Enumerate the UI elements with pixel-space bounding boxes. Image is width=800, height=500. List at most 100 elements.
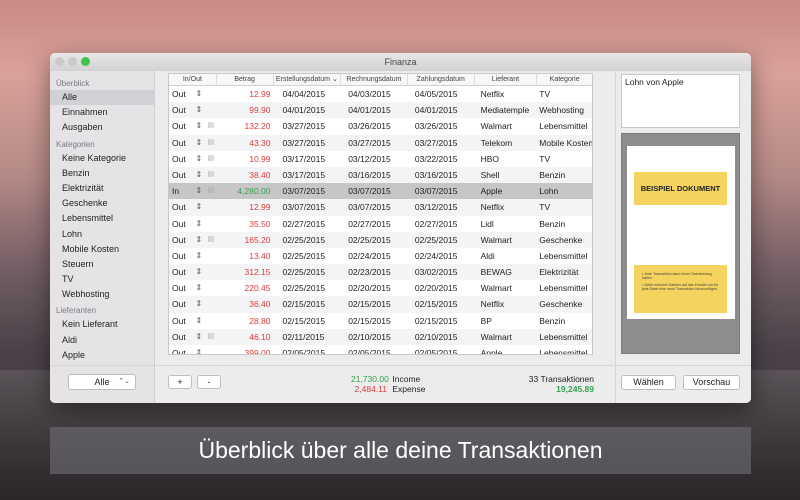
stepper-icon[interactable]: ⇕ — [193, 280, 205, 296]
stepper-icon[interactable]: ⇕ — [193, 135, 205, 151]
table-row[interactable]: Out ⇕ 36.40 02/15/2015 02/15/2015 02/15/2015 N… — [169, 296, 592, 313]
table-row[interactable]: Out ⇕ ▤ 10.99 03/17/2015 03/12/2015 03/22/2015… — [169, 151, 592, 167]
zoom-window-button[interactable] — [81, 57, 90, 66]
inout-cell[interactable]: Out — [169, 232, 193, 248]
document-preview[interactable]: BEISPIEL DOKUMENT • Jede Transaktion kan… — [621, 133, 740, 354]
document-bullets: • Jede Transaktion kann einen Dateianhan… — [634, 265, 727, 313]
sidebar-item[interactable]: Alle — [50, 90, 154, 106]
stepper-icon[interactable]: ⇕ — [193, 167, 205, 183]
table-row[interactable]: Out ⇕ 220.45 02/25/2015 02/20/2015 02/20/2015… — [169, 280, 592, 296]
inout-cell[interactable]: Out — [169, 135, 193, 151]
stepper-icon[interactable]: ⇕ — [193, 183, 205, 199]
stepper-icon[interactable]: ⇕ — [193, 345, 205, 354]
stepper-icon[interactable]: ⇕ — [193, 86, 205, 102]
inout-cell[interactable]: Out — [169, 199, 193, 215]
sidebar-item[interactable]: Benzin — [50, 166, 154, 181]
transaction-summary: 33 Transaktionen 19,245.89 — [529, 374, 594, 394]
inout-cell[interactable]: Out — [169, 264, 193, 280]
stepper-icon[interactable]: ⇕ — [193, 118, 205, 134]
inout-cell[interactable]: Out — [169, 280, 193, 296]
remove-transaction-button[interactable]: - — [197, 375, 221, 389]
supplier-cell: Walmart — [480, 121, 512, 132]
preview-button[interactable]: Vorschau — [683, 375, 740, 390]
table-row[interactable]: Out ⇕ 312.15 02/25/2015 02/23/2015 03/02/2015… — [169, 264, 592, 281]
inout-cell[interactable]: Out — [169, 151, 193, 167]
category-cell: Benzin — [539, 169, 566, 180]
inout-cell[interactable]: Out — [169, 102, 193, 118]
column-header-inout[interactable]: In/Out — [169, 74, 217, 85]
table-row[interactable]: Out ⇕ ▤ 165.20 02/25/2015 02/25/2015 02/25/201… — [169, 231, 592, 248]
table-row[interactable]: Out ⇕ 12.99 03/07/2015 03/07/2015 03/12/2015 N… — [169, 199, 592, 216]
inout-cell[interactable]: Out — [169, 345, 193, 354]
table-row[interactable]: Out ⇕ ▤ 38.40 03/17/2015 03/16/2015 03/16/2015… — [169, 166, 592, 184]
table-row[interactable]: Out ⇕ ▤ 46.10 02/11/2015 02/10/2015 02/10/2015… — [169, 328, 592, 345]
stepper-icon[interactable]: ⇕ — [193, 248, 205, 264]
sidebar-item[interactable]: Lohn — [50, 227, 154, 242]
column-header-lieferant[interactable]: Lieferant — [475, 74, 538, 85]
stepper-icon[interactable]: ⇕ — [193, 329, 205, 345]
sidebar-item[interactable]: Kein Lieferant — [50, 317, 154, 332]
stepper-icon[interactable]: ⇕ — [193, 199, 205, 215]
inout-cell[interactable]: Out — [169, 118, 193, 134]
detail-panel: Lohn von Apple BEISPIEL DOKUMENT • Jede … — [615, 71, 751, 403]
sidebar-item[interactable]: Apple — [50, 348, 154, 363]
inout-cell[interactable]: Out — [169, 329, 193, 345]
main-panel: In/Out Betrag Erstellungsdatum ⌄ Rechnun… — [156, 71, 614, 403]
table-row[interactable]: Out ⇕ ▤ 43.30 03/27/2015 03/27/2015 03/27/2015… — [169, 134, 592, 151]
filter-select[interactable]: Alle ⌃⌄ — [68, 374, 136, 390]
column-header-zahlungsdatum[interactable]: Zahlungsdatum — [408, 74, 475, 85]
table-row[interactable]: Out ⇕ ▤ 132.20 03/27/2015 03/26/2015 03/26/201… — [169, 118, 592, 134]
amount-cell: 12.99 — [249, 202, 271, 213]
sidebar-item[interactable]: Ausgaben — [50, 120, 154, 135]
sidebar-footer: Alle ⌃⌄ — [50, 365, 154, 403]
inout-cell[interactable]: Out — [169, 216, 193, 232]
sidebar-item[interactable]: Einnahmen — [50, 105, 154, 120]
table-row[interactable]: Out ⇕ 12.99 04/04/2015 04/03/2015 04/05/2015 N… — [169, 86, 592, 102]
sidebar-list[interactable]: Überblick Alle Einnahmen Ausgaben Kategorien… — [50, 75, 154, 365]
stepper-icon[interactable]: ⇕ — [193, 264, 205, 280]
inout-cell[interactable]: Out — [169, 296, 193, 312]
invoice-date-cell: 03/07/2015 — [348, 202, 391, 213]
sidebar-item[interactable]: TV — [50, 272, 154, 287]
add-transaction-button[interactable]: + — [168, 375, 192, 389]
inout-cell[interactable]: Out — [169, 248, 193, 264]
stepper-icon[interactable]: ⇕ — [193, 296, 205, 312]
choose-file-button[interactable]: Wählen — [621, 375, 676, 390]
close-window-button[interactable] — [55, 57, 64, 66]
category-cell: Lebensmittel — [539, 331, 588, 342]
table-row[interactable]: In ⇕ ▤ 4,280.00 03/07/2015 03/07/2015 03/07/20… — [169, 183, 592, 200]
inout-cell[interactable]: Out — [169, 86, 193, 102]
payment-date-cell: 03/16/2015 — [414, 169, 458, 180]
minimize-window-button[interactable] — [68, 57, 77, 66]
sidebar-item[interactable]: Mobile Kosten — [50, 242, 154, 257]
stepper-icon[interactable]: ⇕ — [193, 313, 205, 329]
column-header-rechnungsdatum[interactable]: Rechnungsdatum — [341, 74, 408, 85]
stepper-icon[interactable]: ⇕ — [193, 216, 205, 232]
stepper-icon[interactable]: ⇕ — [193, 102, 205, 118]
inout-cell[interactable]: Out — [169, 313, 193, 329]
sidebar-section-title: Lieferanten — [56, 306, 97, 316]
table-row[interactable]: Out ⇕ 13.40 02/25/2015 02/24/2015 02/24/2015 A… — [169, 248, 592, 264]
sidebar-item[interactable]: Webhosting — [50, 287, 154, 302]
sidebar-item[interactable]: Elektrizität — [50, 181, 154, 196]
note-field[interactable]: Lohn von Apple — [621, 74, 740, 128]
sidebar-item[interactable]: Lebensmittel — [50, 211, 154, 226]
table-header: In/Out Betrag Erstellungsdatum ⌄ Rechnun… — [169, 74, 592, 86]
sidebar-item[interactable]: Aldi — [50, 333, 154, 348]
column-header-betrag[interactable]: Betrag — [217, 74, 274, 85]
sidebar-item[interactable]: Geschenke — [50, 196, 154, 211]
stepper-icon[interactable]: ⇕ — [193, 151, 205, 167]
stepper-icon[interactable]: ⇕ — [193, 232, 205, 248]
table-row[interactable]: Out ⇕ 35.50 02/27/2015 02/27/2015 02/27/2015 L… — [169, 216, 592, 232]
category-cell: TV — [539, 153, 551, 164]
column-header-kategorie[interactable]: Kategorie — [537, 74, 592, 85]
table-row[interactable]: Out ⇕ 28.80 02/15/2015 02/15/2015 02/15/2015 B… — [169, 313, 592, 329]
sidebar-item[interactable]: Steuern — [50, 257, 154, 272]
inout-cell[interactable]: Out — [169, 167, 193, 183]
table-row[interactable]: Out ⇕ 399.00 02/05/2015 02/05/2015 02/05/2015… — [169, 345, 592, 354]
sidebar-item[interactable]: Keine Kategorie — [50, 151, 154, 166]
document-icon: ▤ — [207, 170, 215, 178]
column-header-erstellungsdatum[interactable]: Erstellungsdatum ⌄ — [274, 74, 342, 85]
table-row[interactable]: Out ⇕ 99.90 04/01/2015 04/01/2015 04/01/2015 M… — [169, 102, 592, 119]
inout-cell[interactable]: In — [169, 183, 193, 199]
